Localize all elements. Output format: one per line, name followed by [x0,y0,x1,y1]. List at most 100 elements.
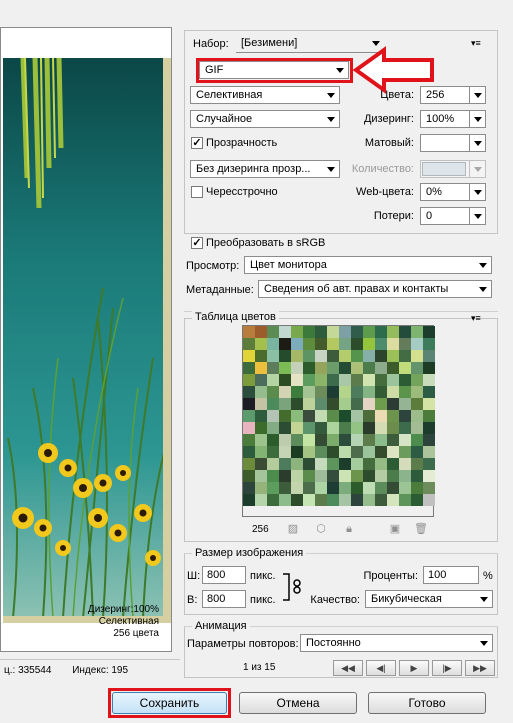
color-swatch[interactable] [255,338,267,350]
dither-combo[interactable]: 100% [420,110,486,128]
color-swatch[interactable] [387,410,399,422]
transparency-checkbox[interactable]: ✓ [191,137,203,149]
color-swatch[interactable] [339,482,351,494]
color-swatch[interactable] [363,338,375,350]
color-swatch[interactable] [411,398,423,410]
color-swatch[interactable] [339,458,351,470]
web-snap-combo[interactable]: 0% [420,183,486,201]
color-swatch[interactable] [411,338,423,350]
color-swatch[interactable] [279,494,291,506]
color-swatch[interactable] [291,482,303,494]
color-swatch[interactable] [387,458,399,470]
color-swatch[interactable] [315,422,327,434]
color-swatch[interactable] [363,374,375,386]
color-swatch[interactable] [255,494,267,506]
color-swatch[interactable] [327,326,339,338]
color-swatch[interactable] [267,482,279,494]
color-swatch[interactable] [339,350,351,362]
color-swatch[interactable] [315,494,327,506]
color-swatch[interactable] [411,482,423,494]
color-swatch[interactable] [399,338,411,350]
color-swatch[interactable] [327,446,339,458]
lossy-combo[interactable]: 0 [420,207,486,225]
color-swatch[interactable] [351,446,363,458]
color-swatch[interactable] [363,470,375,482]
color-swatch[interactable] [255,458,267,470]
color-swatch[interactable] [375,350,387,362]
color-swatch[interactable] [387,350,399,362]
color-swatch[interactable] [423,410,435,422]
color-swatch[interactable] [339,446,351,458]
color-swatch[interactable] [267,470,279,482]
color-swatch[interactable] [243,338,255,350]
color-swatch[interactable] [267,410,279,422]
color-swatch[interactable] [255,410,267,422]
color-swatch[interactable] [411,470,423,482]
color-swatch[interactable] [399,386,411,398]
color-swatch[interactable] [243,326,255,338]
color-swatch[interactable] [399,374,411,386]
color-swatch[interactable] [315,350,327,362]
color-swatch[interactable] [255,398,267,410]
color-swatch[interactable] [243,362,255,374]
color-swatch[interactable] [399,494,411,506]
color-swatch[interactable] [375,446,387,458]
color-swatch[interactable] [303,482,315,494]
play-button[interactable]: ▶ [399,660,429,676]
color-swatch[interactable] [339,362,351,374]
color-swatch[interactable] [291,494,303,506]
color-swatch[interactable] [351,398,363,410]
color-swatch[interactable] [291,470,303,482]
lock-color-icon[interactable]: 🔒︎ [342,522,356,536]
loop-options-dropdown[interactable]: Постоянно [300,634,493,652]
color-swatch[interactable] [279,434,291,446]
first-frame-button[interactable]: ◀◀ [333,660,363,676]
color-swatch[interactable] [315,374,327,386]
color-swatch[interactable] [327,422,339,434]
color-swatch[interactable] [315,410,327,422]
color-swatch[interactable] [375,434,387,446]
color-swatch[interactable] [315,362,327,374]
color-swatch[interactable] [351,338,363,350]
color-swatch[interactable] [351,374,363,386]
color-swatch[interactable] [387,482,399,494]
srgb-checkbox[interactable]: ✓ [191,237,203,249]
color-swatch[interactable] [363,434,375,446]
color-swatch[interactable] [399,458,411,470]
color-swatch[interactable] [315,398,327,410]
cancel-button[interactable]: Отмена [239,692,357,714]
color-swatch[interactable] [423,338,435,350]
color-swatch[interactable] [303,338,315,350]
color-swatch[interactable] [375,482,387,494]
map-transparent-icon[interactable]: ▨ [286,522,300,536]
color-swatch[interactable] [423,386,435,398]
color-swatch[interactable] [279,458,291,470]
color-swatch[interactable] [291,374,303,386]
color-swatch[interactable] [363,458,375,470]
color-swatch[interactable] [327,374,339,386]
color-swatch[interactable] [327,398,339,410]
color-swatch[interactable] [399,326,411,338]
color-swatch[interactable] [339,410,351,422]
color-swatch[interactable] [411,410,423,422]
color-swatch[interactable] [423,362,435,374]
color-swatch[interactable] [315,326,327,338]
color-swatch[interactable] [411,434,423,446]
color-swatch[interactable] [315,446,327,458]
web-shift-icon[interactable]: ⬡ [314,522,328,536]
color-swatch[interactable] [327,338,339,350]
color-swatch[interactable] [423,446,435,458]
color-swatch[interactable] [255,386,267,398]
color-swatch[interactable] [291,398,303,410]
color-swatch[interactable] [399,362,411,374]
preview-image[interactable] [3,58,171,623]
color-swatch[interactable] [387,386,399,398]
image-preview-panel[interactable]: Дизеринг:100% Селективная 256 цвета [0,27,172,652]
color-swatch[interactable] [387,422,399,434]
color-swatch[interactable] [279,410,291,422]
color-swatch[interactable] [279,482,291,494]
color-swatch[interactable] [255,446,267,458]
color-swatch[interactable] [327,386,339,398]
color-swatch[interactable] [423,482,435,494]
color-swatch[interactable] [291,458,303,470]
